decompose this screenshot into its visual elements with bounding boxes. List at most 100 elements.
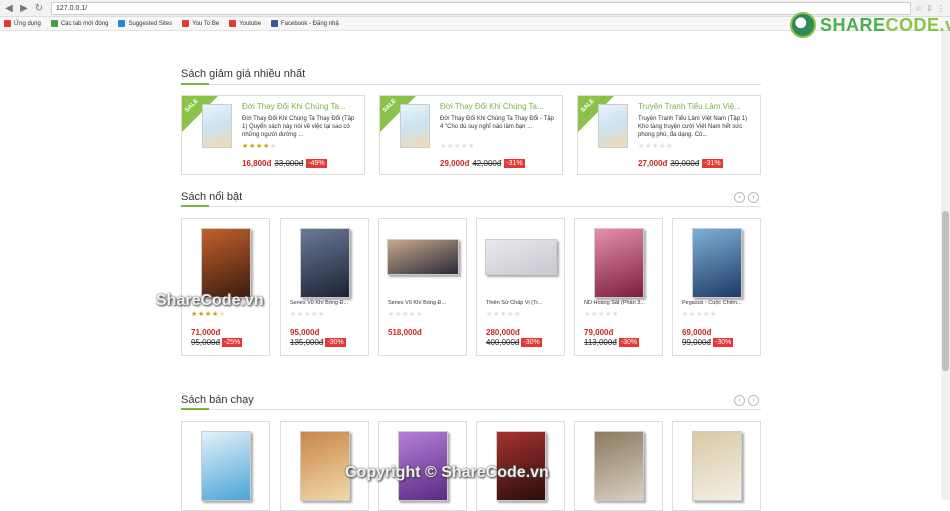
bestseller-product-card[interactable] [181, 421, 270, 511]
book-cover[interactable] [598, 104, 628, 148]
price-current: 95,000đ [290, 328, 320, 337]
bestseller-product-card[interactable] [672, 421, 761, 511]
bookmark-item[interactable]: Facebook - Đăng nhậ [270, 20, 339, 27]
rating-stars: ★ ★ ★ ★ ★ [638, 143, 672, 150]
scrollbar[interactable] [941, 31, 950, 500]
star-icon: ★ [461, 143, 468, 150]
rating-stars: ★ ★ ★ ★ ★ [584, 311, 619, 318]
watermark-bottom: Copyright © ShareCode.vn [345, 464, 549, 481]
price-current: 29,000đ [440, 159, 470, 168]
book-cover[interactable] [692, 431, 742, 501]
scrollbar-thumb[interactable] [942, 211, 949, 371]
next-arrow-icon[interactable]: › [748, 192, 759, 203]
address-bar[interactable]: 127.0.0.1/ [51, 1, 911, 15]
product-name[interactable]: Thiên Sứ Chấp Vị (Tr... [486, 300, 560, 306]
star-icon: ★ [645, 143, 652, 150]
bestseller-product-card[interactable] [574, 421, 663, 511]
star-icon: ★ [514, 311, 521, 318]
star-icon: ★ [682, 311, 689, 318]
book-cover[interactable] [400, 104, 430, 148]
bookmark-item[interactable]: Youtube [229, 20, 261, 27]
price-current: 518,000đ [388, 328, 422, 337]
price-current: 69,000đ [682, 328, 712, 337]
star-icon: ★ [290, 311, 297, 318]
section-title-bestseller: Sách bán chạy [181, 394, 254, 406]
star-icon: ★ [612, 311, 619, 318]
star-icon: ★ [409, 311, 416, 318]
watermark-mid: ShareCode.vn [156, 292, 264, 309]
product-name[interactable]: Pegasus - Cuộc Chiến... [682, 300, 756, 306]
bookmark-icon [182, 20, 190, 27]
bookmark-item[interactable]: You To Be [182, 20, 219, 27]
book-cover[interactable] [594, 228, 644, 298]
bookmark-icon [4, 20, 11, 27]
prev-arrow-icon[interactable]: ‹ [734, 395, 745, 406]
star-icon: ★ [256, 143, 263, 150]
star-icon: ★ [416, 311, 423, 318]
bookmark-item[interactable]: Các tab mới đóng [50, 20, 108, 27]
sale-product-card[interactable]: SALE Truyện Tranh Tiểu Lâm Việ... Truyện T… [577, 95, 761, 175]
featured-product-card[interactable]: Thiên Sứ Chấp Vị (Tr... ★ ★ ★ ★ ★ 280,000đ 400,… [476, 218, 565, 356]
book-cover[interactable] [300, 228, 350, 298]
book-cover[interactable] [201, 431, 251, 501]
star-icon: ★ [638, 143, 645, 150]
featured-product-card[interactable]: Series Vũ Khí Bóng Đ... ★ ★ ★ ★ ★ 95,000đ 135,0… [280, 218, 369, 356]
product-name[interactable]: Truyện Tranh Tiểu Lâm Việ... [638, 102, 756, 111]
product-name[interactable]: ND Hoàng Sắt (Phần 3... [584, 300, 658, 306]
sale-product-card[interactable]: SALE Đời Thay Đổi Khi Chúng Ta... Đời Thay… [379, 95, 563, 175]
discount-badge: -30% [712, 338, 734, 347]
rating-stars: ★ ★ ★ ★ ★ [191, 311, 225, 318]
product-description: Đời Thay Đổi Khi Chúng Ta Thay Đổi - Tập… [440, 116, 554, 130]
discount-badge: -30% [325, 338, 346, 347]
book-cover[interactable] [202, 104, 232, 148]
rating-stars: ★ ★ ★ ★ ★ [682, 311, 716, 318]
prev-arrow-icon[interactable]: ‹ [734, 192, 745, 203]
discount-badge: -30% [521, 338, 542, 347]
product-name[interactable]: Series Vũ Khí Bóng Đ... [290, 300, 364, 306]
book-cover[interactable] [485, 239, 557, 275]
book-cover[interactable] [201, 228, 251, 298]
product-name[interactable]: Đời Thay Đổi Khi Chúng Ta... [440, 102, 558, 111]
featured-product-card[interactable]: ND Hoàng Sắt (Phần 3... ★ ★ ★ ★ ★ 79,000đ 113,0… [574, 218, 663, 356]
book-cover[interactable] [692, 228, 742, 298]
featured-product-card[interactable]: Series Vũ Khí Bóng Đ... ★ ★ ★ ★ ★ 518,000đ [378, 218, 467, 356]
bookmark-item[interactable]: Ứng dụng [4, 20, 41, 27]
bookmark-item[interactable]: Suggested Sites [118, 20, 172, 27]
featured-product-card[interactable]: Pegasus - Cuộc Chiến... ★ ★ ★ ★ ★ 69,000đ 99,00… [672, 218, 761, 356]
section-accent [181, 408, 209, 410]
back-icon[interactable]: ◀ [3, 2, 15, 14]
product-name[interactable]: Đời Thay Đổi Khi Chúng Ta... [242, 102, 360, 111]
price-row: 95,000đ -25% [191, 338, 243, 347]
star-icon: ★ [486, 311, 493, 318]
star-icon: ★ [249, 143, 256, 150]
product-description: Đời Thay Đổi Khi Chúng Ta Thay Đổi (Tập … [242, 116, 355, 138]
rating-stars: ★ ★ ★ ★ ★ [242, 143, 276, 150]
reload-icon[interactable]: ↻ [33, 2, 45, 14]
star-icon: ★ [659, 143, 666, 150]
book-cover[interactable] [387, 239, 459, 275]
sale-product-card[interactable]: SALE Đời Thay Đổi Khi Chúng Ta... Đời Thay… [181, 95, 365, 175]
divider [181, 409, 761, 410]
featured-product-card[interactable]: ★ ★ ★ ★ ★ 71,000đ 95,000đ -25% [181, 218, 270, 356]
price-original: 42,000đ [472, 159, 502, 168]
section-accent [181, 83, 209, 85]
book-cover[interactable] [594, 431, 644, 501]
price-row: 16,800đ 33,000đ -49% [242, 159, 327, 168]
star-icon: ★ [493, 311, 500, 318]
forward-icon[interactable]: ▶ [18, 2, 30, 14]
rating-stars: ★ ★ ★ ★ ★ [290, 311, 324, 318]
next-arrow-icon[interactable]: › [748, 395, 759, 406]
price-original: 39,000đ [670, 159, 700, 168]
divider [181, 84, 761, 85]
book-cover[interactable] [300, 431, 350, 501]
product-name[interactable]: Series Vũ Khí Bóng Đ... [388, 300, 462, 306]
rating-stars: ★ ★ ★ ★ ★ [440, 143, 474, 150]
discount-badge: -49% [306, 159, 327, 168]
rating-stars: ★ ★ ★ ★ ★ [388, 311, 423, 318]
star-icon: ★ [304, 311, 311, 318]
price-row: 400,000đ -30% [486, 338, 542, 347]
price-original: 135,000đ [290, 338, 324, 347]
star-icon: ★ [395, 311, 402, 318]
discount-badge: -30% [618, 338, 640, 347]
price-original: 95,000đ [191, 338, 220, 347]
